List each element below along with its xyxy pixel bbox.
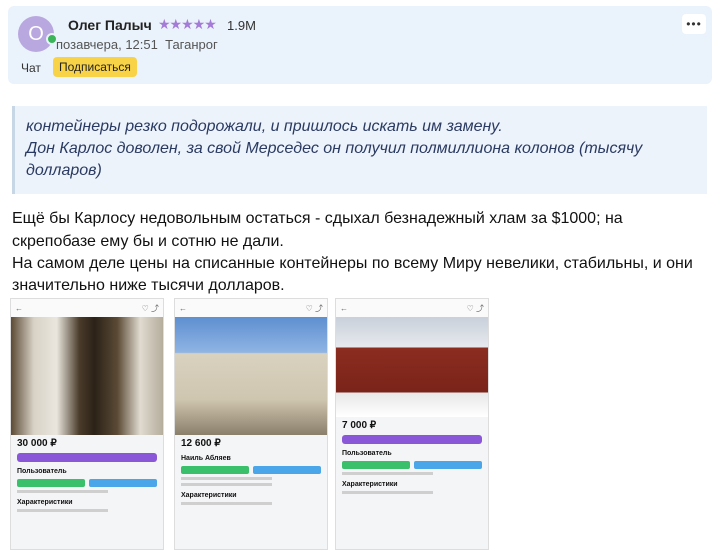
body-line: На самом деле цены на списанные контейне… [12,255,693,272]
text-line [181,502,273,505]
back-icon: ← [179,303,187,313]
back-icon: ← [340,303,348,313]
price-label: 30 000 ₽ [17,438,57,449]
body-line: скрепобазе ему бы и сотню не дали. [12,233,284,250]
attached-images: ← ♡ ⤴ 30 000 ₽ Пользователь Характеристик… [10,298,498,550]
message-button[interactable] [17,453,157,462]
subscribe-button[interactable]: Подписаться [53,57,137,77]
author-name[interactable]: Олег Палыч [68,17,152,33]
more-options-icon[interactable]: ••• [682,14,706,34]
contact-buttons [342,461,482,469]
share-icon: ♡ ⤴ [466,303,484,313]
avatar-letter: О [28,22,44,45]
quote-line: Дон Карлос доволен, за свой Мерседес он … [26,140,643,157]
contact-buttons [17,479,157,487]
write-button[interactable] [414,461,482,469]
price-label: 12 600 ₽ [181,438,221,449]
back-icon: ← [15,303,23,313]
body-line: значительно ниже тысячи долларов. [12,277,285,294]
share-icon: ♡ ⤴ [141,303,159,313]
body-line: Ещё бы Карлосу недовольным остаться - сд… [12,210,623,227]
chat-link[interactable]: Чат [21,61,41,75]
text-line [342,472,434,475]
rating-count: 1.9M [227,18,256,33]
call-button[interactable] [181,466,249,474]
section-title: Характеристики [17,499,73,506]
post-time: позавчера, 12:51 [56,37,158,52]
container-photo [175,317,327,435]
post-header: О Олег Палыч ★★★★★ 1.9M позавчера, 12:51… [8,6,712,84]
text-line [17,509,109,512]
app-toolbar: ← ♡ ⤴ [336,299,488,317]
price-label: 7 000 ₽ [342,420,377,431]
section-title: Пользователь [342,450,392,457]
post-meta: позавчера, 12:51 Таганрог [56,37,218,52]
text-line [181,477,273,480]
rating-stars-icon: ★★★★★ [158,16,217,32]
text-line [181,483,273,486]
quote-line: долларов) [26,162,102,179]
app-toolbar: ← ♡ ⤴ [11,299,163,317]
write-button[interactable] [253,466,321,474]
post-location: Таганрог [165,37,218,52]
section-title: Характеристики [181,492,237,499]
screenshot-3[interactable]: ← ♡ ⤴ 7 000 ₽ Пользователь Характеристики [335,298,489,550]
write-button[interactable] [89,479,157,487]
section-title: Пользователь [17,468,67,475]
message-button[interactable] [342,435,482,444]
container-photo [336,317,488,417]
app-toolbar: ← ♡ ⤴ [175,299,327,317]
section-title: Наиль Абляев [181,455,231,462]
container-photo [11,317,163,435]
quote-block: контейнеры резко подорожали, и пришлось … [12,106,707,194]
call-button[interactable] [342,461,410,469]
text-line [17,490,109,493]
section-title: Характеристики [342,481,398,488]
contact-buttons [181,466,321,474]
screenshot-1[interactable]: ← ♡ ⤴ 30 000 ₽ Пользователь Характеристик… [10,298,164,550]
text-line [342,491,434,494]
share-icon: ♡ ⤴ [305,303,323,313]
call-button[interactable] [17,479,85,487]
screenshot-2[interactable]: ← ♡ ⤴ 12 600 ₽ Наиль Абляев Характеристик… [174,298,328,550]
quote-line: контейнеры резко подорожали, и пришлось … [26,118,503,135]
